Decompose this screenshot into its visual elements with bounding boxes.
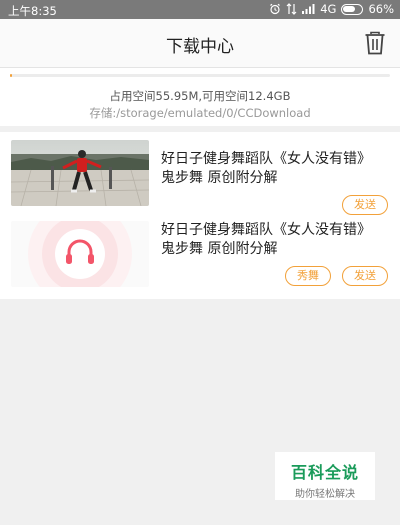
status-time: 上午8:35: [8, 4, 57, 18]
watermark-brand: 百科全说: [290, 463, 359, 482]
status-icons: 4G 66%: [269, 2, 394, 16]
app-bar: 下载中心: [0, 19, 400, 68]
battery-percent: 66%: [368, 2, 394, 16]
watermark-slogan: 助你轻松解决: [295, 489, 355, 500]
trash-icon[interactable]: [364, 31, 386, 55]
storage-usage-bar: [10, 74, 390, 77]
download-list: 好日子健身舞蹈队《女人没有错》鬼步舞 原创附分解 发送 好日子健身舞蹈队《女人没…: [0, 132, 400, 299]
alarm-icon: [270, 3, 281, 15]
list-item[interactable]: 好日子健身舞蹈队《女人没有错》鬼步舞 原创附分解 秀舞 发送: [0, 219, 400, 299]
network-type: 4G: [320, 2, 337, 16]
page-title: 下载中心: [166, 37, 234, 57]
send-button[interactable]: 发送: [342, 266, 388, 286]
dance-show-button[interactable]: 秀舞: [285, 266, 331, 286]
storage-usage-text: 占用空间55.95M,可用空间12.4GB: [109, 89, 291, 103]
dance-video-thumbnail[interactable]: [11, 140, 149, 206]
data-transfer-icon: [286, 3, 297, 15]
signal-icon: [302, 4, 315, 14]
storage-info: 占用空间55.95M,可用空间12.4GB 存储:/storage/emulat…: [0, 68, 400, 126]
download-title: 好日子健身舞蹈队《女人没有错》鬼步舞 原创附分解: [161, 151, 371, 186]
send-button[interactable]: 发送: [342, 195, 388, 215]
headphones-audio-thumbnail[interactable]: [11, 221, 149, 287]
list-item[interactable]: 好日子健身舞蹈队《女人没有错》鬼步舞 原创附分解 发送: [0, 140, 400, 220]
download-title: 好日子健身舞蹈队《女人没有错》鬼步舞 原创附分解: [161, 222, 371, 257]
status-bar: 上午8:35 4G 66%: [0, 0, 400, 19]
watermark-logo: 百科全说 助你轻松解决: [275, 452, 375, 500]
storage-path-text: 存储:/storage/emulated/0/CCDownload: [89, 106, 311, 120]
battery-icon: [341, 3, 364, 15]
